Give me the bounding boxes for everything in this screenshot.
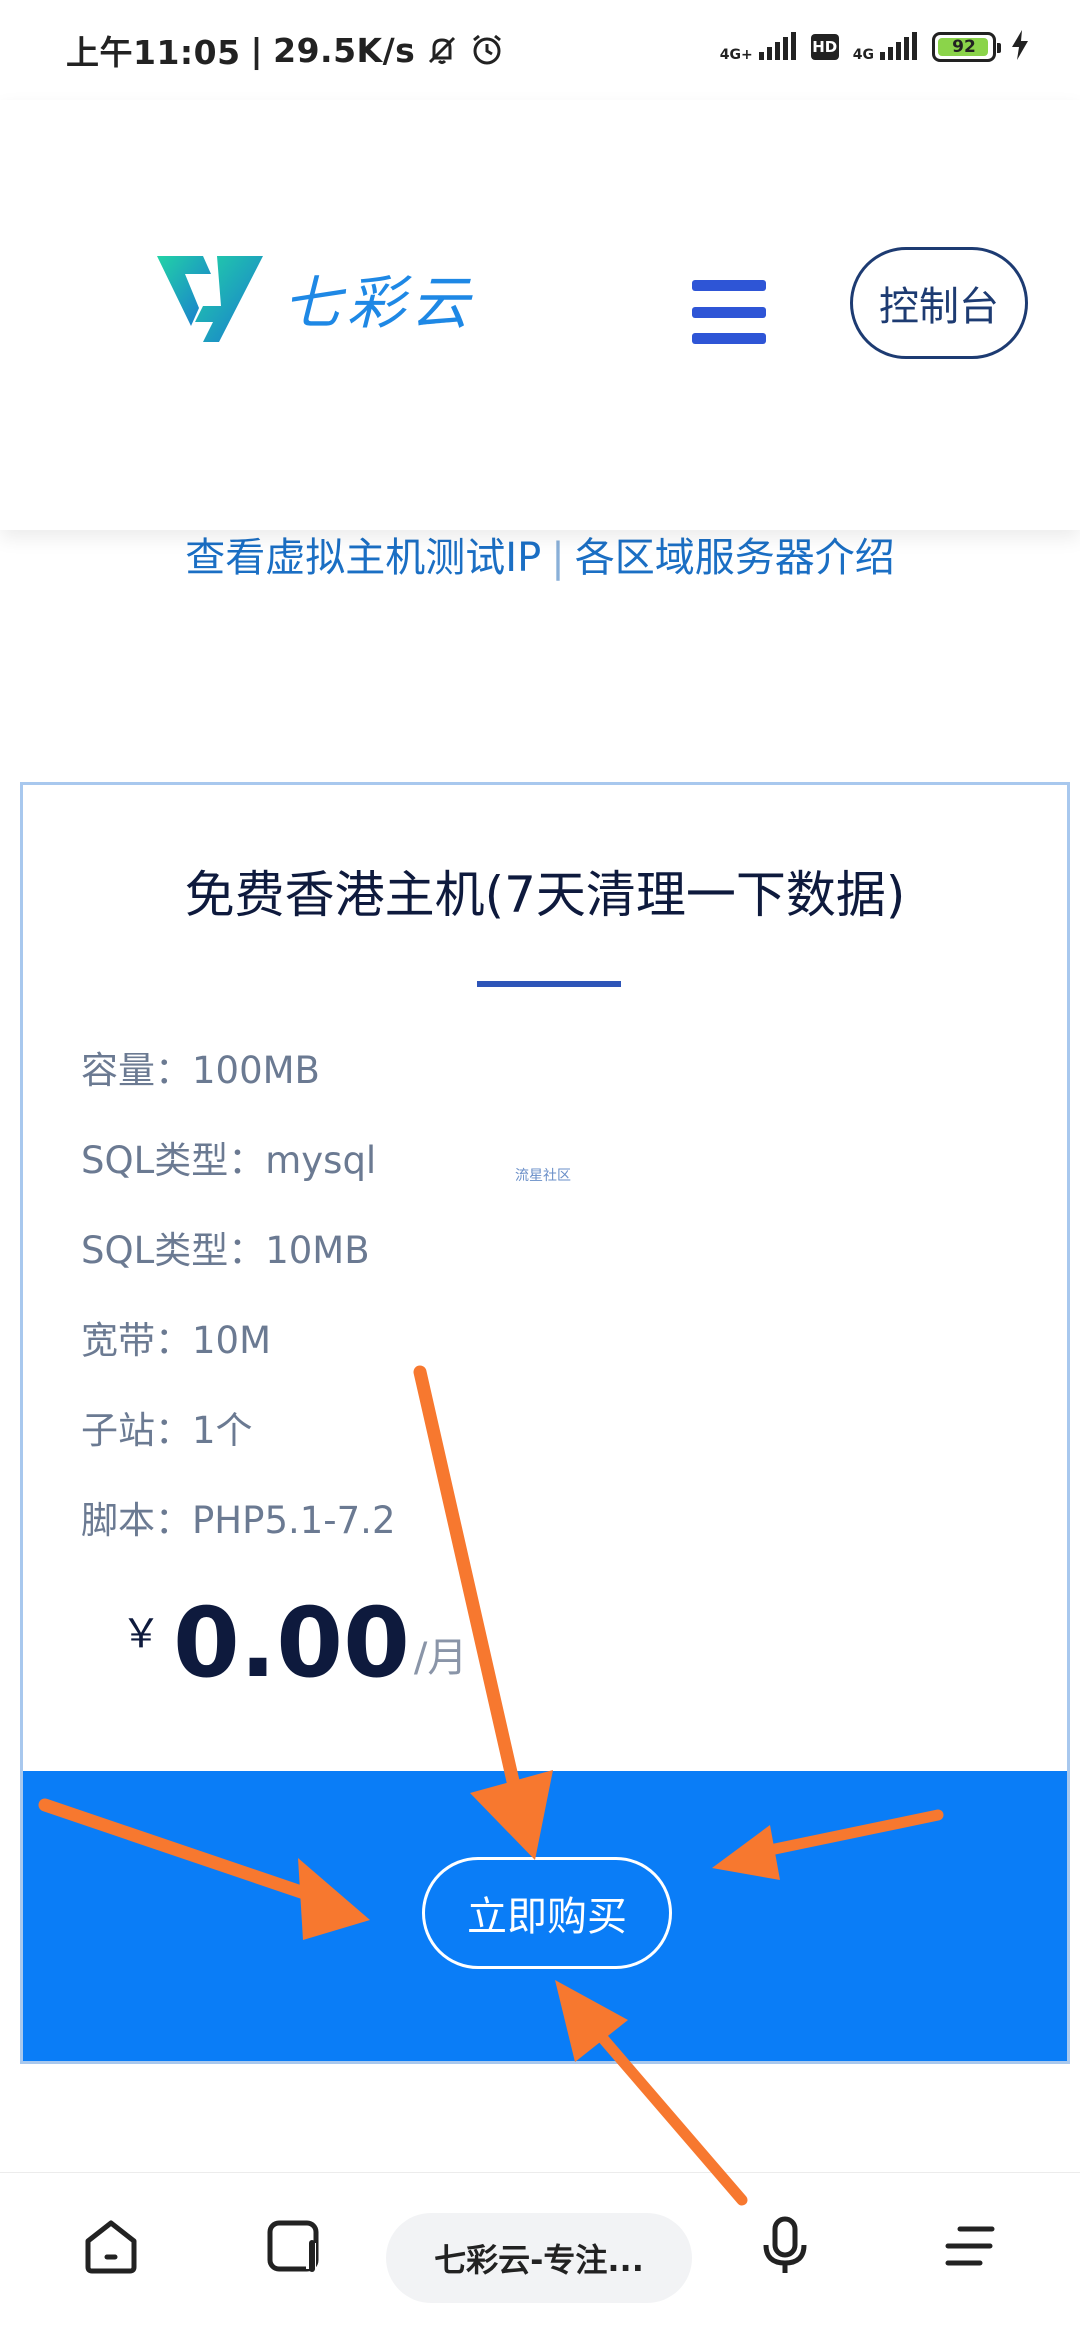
browser-menu-icon[interactable] (936, 2213, 1002, 2283)
product-card: 免费香港主机(7天清理一下数据) 容量：100MB SQL类型：mysql SQ… (20, 782, 1070, 2064)
price: ￥ 0.00 /月 (121, 1595, 467, 1691)
link-separator: | (551, 535, 565, 581)
spec-sql-type: SQL类型：mysql (81, 1139, 377, 1182)
logo-icon (155, 250, 265, 346)
hd-badge: HD (810, 34, 839, 60)
buy-band: 立即购买 (23, 1771, 1067, 2061)
url-bar[interactable]: 七彩云-专注... (386, 2213, 692, 2303)
status-speed: 29.5K/s (273, 30, 416, 70)
status-left: 上午11:05 | 29.5K/s (66, 26, 505, 74)
hamburger-menu-icon[interactable] (692, 280, 766, 344)
status-right: 4G+ HD 4G 92 (720, 30, 1030, 64)
title-divider (477, 981, 621, 987)
network-type-1: 4G+ (719, 47, 753, 63)
test-ip-link[interactable]: 查看虚拟主机测试IP (185, 535, 541, 581)
signal-icon: 4G+ (720, 32, 797, 62)
tabs-icon[interactable] (262, 2213, 328, 2283)
browser-bottom-bar: 七彩云-专注... (0, 2172, 1080, 2341)
charging-icon (1010, 30, 1030, 64)
status-separator: | (250, 30, 264, 70)
status-bar: 上午11:05 | 29.5K/s 4G+ HD 4G 92 (0, 0, 1080, 100)
site-logo[interactable]: 七彩云 (155, 250, 475, 346)
spec-subsites: 子站：1个 (81, 1409, 253, 1452)
regions-link[interactable]: 各区域服务器介绍 (575, 535, 895, 581)
mute-bell-icon (425, 33, 459, 67)
price-amount: 0.00 (173, 1587, 410, 1699)
info-links: 查看虚拟主机测试IP | 各区域服务器介绍 (0, 525, 1080, 583)
spec-bandwidth: 宽带：10M (81, 1319, 272, 1362)
spec-script: 脚本：PHP5.1-7.2 (81, 1499, 396, 1542)
site-header: 七彩云 控制台 (0, 100, 1080, 530)
product-title: 免费香港主机(7天清理一下数据) (184, 866, 906, 924)
spec-sql-size: SQL类型：10MB (81, 1229, 370, 1272)
currency-symbol: ￥ (121, 1611, 161, 1657)
logo-text: 七彩云 (283, 269, 476, 337)
network-type-2: 4G (852, 47, 874, 63)
watermark: 流星社区 (515, 1168, 571, 1184)
buy-now-button[interactable]: 立即购买 (422, 1857, 672, 1969)
spec-capacity: 容量：100MB (81, 1049, 320, 1092)
microphone-icon[interactable] (752, 2213, 818, 2283)
alarm-icon (469, 32, 505, 68)
home-icon[interactable] (78, 2213, 144, 2283)
signal-icon: 4G (853, 32, 918, 62)
battery-level: 92 (952, 37, 976, 57)
status-time: 上午11:05 (66, 33, 241, 72)
console-button[interactable]: 控制台 (850, 247, 1028, 359)
spec-list: 容量：100MB SQL类型：mysql SQL类型：10MB 宽带：10M 子… (81, 1043, 395, 1583)
price-period: /月 (413, 1635, 468, 1681)
battery-icon: 92 (932, 32, 1001, 62)
